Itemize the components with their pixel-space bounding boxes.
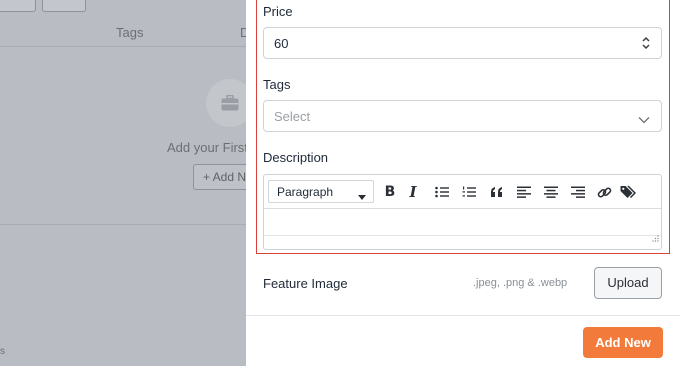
editor-toolbar: Paragraph B I [264,175,661,209]
background-button [42,0,86,12]
background-page: Tags D Add your First + Add N s [0,0,246,366]
add-new-button[interactable]: Add New [583,327,663,358]
bullet-list-icon[interactable] [433,183,451,201]
background-corner-text: s [0,346,5,357]
format-select[interactable]: Paragraph [268,180,374,203]
price-value: 60 [274,36,289,51]
link-icon[interactable] [595,183,613,201]
tags-select[interactable]: Select [263,100,662,132]
align-left-icon[interactable] [515,183,533,201]
number-spinner-icon[interactable] [641,36,651,53]
format-select-value: Paragraph [277,185,334,199]
price-input[interactable]: 60 [263,27,662,59]
background-add-button: + Add N [193,164,246,190]
tags-placeholder: Select [274,109,311,124]
caret-down-icon [358,189,366,203]
empty-state-icon-circle [206,79,246,127]
align-right-icon[interactable] [569,183,587,201]
resize-handle-icon[interactable] [651,230,659,248]
tag-icon[interactable] [619,183,637,201]
blockquote-icon[interactable] [488,183,506,201]
bold-icon[interactable]: B [381,183,399,201]
chevron-down-icon [638,112,650,127]
feature-image-hint: .jpeg, .png & .webp [473,277,568,289]
briefcase-icon [221,95,239,111]
italic-icon[interactable]: I [404,183,422,201]
description-label: Description [263,150,329,165]
header-divider [0,46,246,47]
tags-label: Tags [263,77,291,92]
editor-statusbar [264,235,661,249]
numbered-list-icon[interactable] [460,183,478,201]
upload-button[interactable]: Upload [594,267,662,299]
align-center-icon[interactable] [542,183,560,201]
background-divider [0,224,246,225]
feature-image-label: Feature Image [263,276,348,291]
description-editor: Paragraph B I [263,174,662,250]
column-header-tags: Tags [116,25,144,40]
empty-state-text: Add your First [167,140,246,155]
footer-divider [246,315,680,316]
description-text-area[interactable] [264,210,661,236]
background-button [0,0,36,12]
add-item-drawer: Price 60 Tags Select Description Paragra… [246,0,680,366]
price-label: Price [263,4,293,19]
